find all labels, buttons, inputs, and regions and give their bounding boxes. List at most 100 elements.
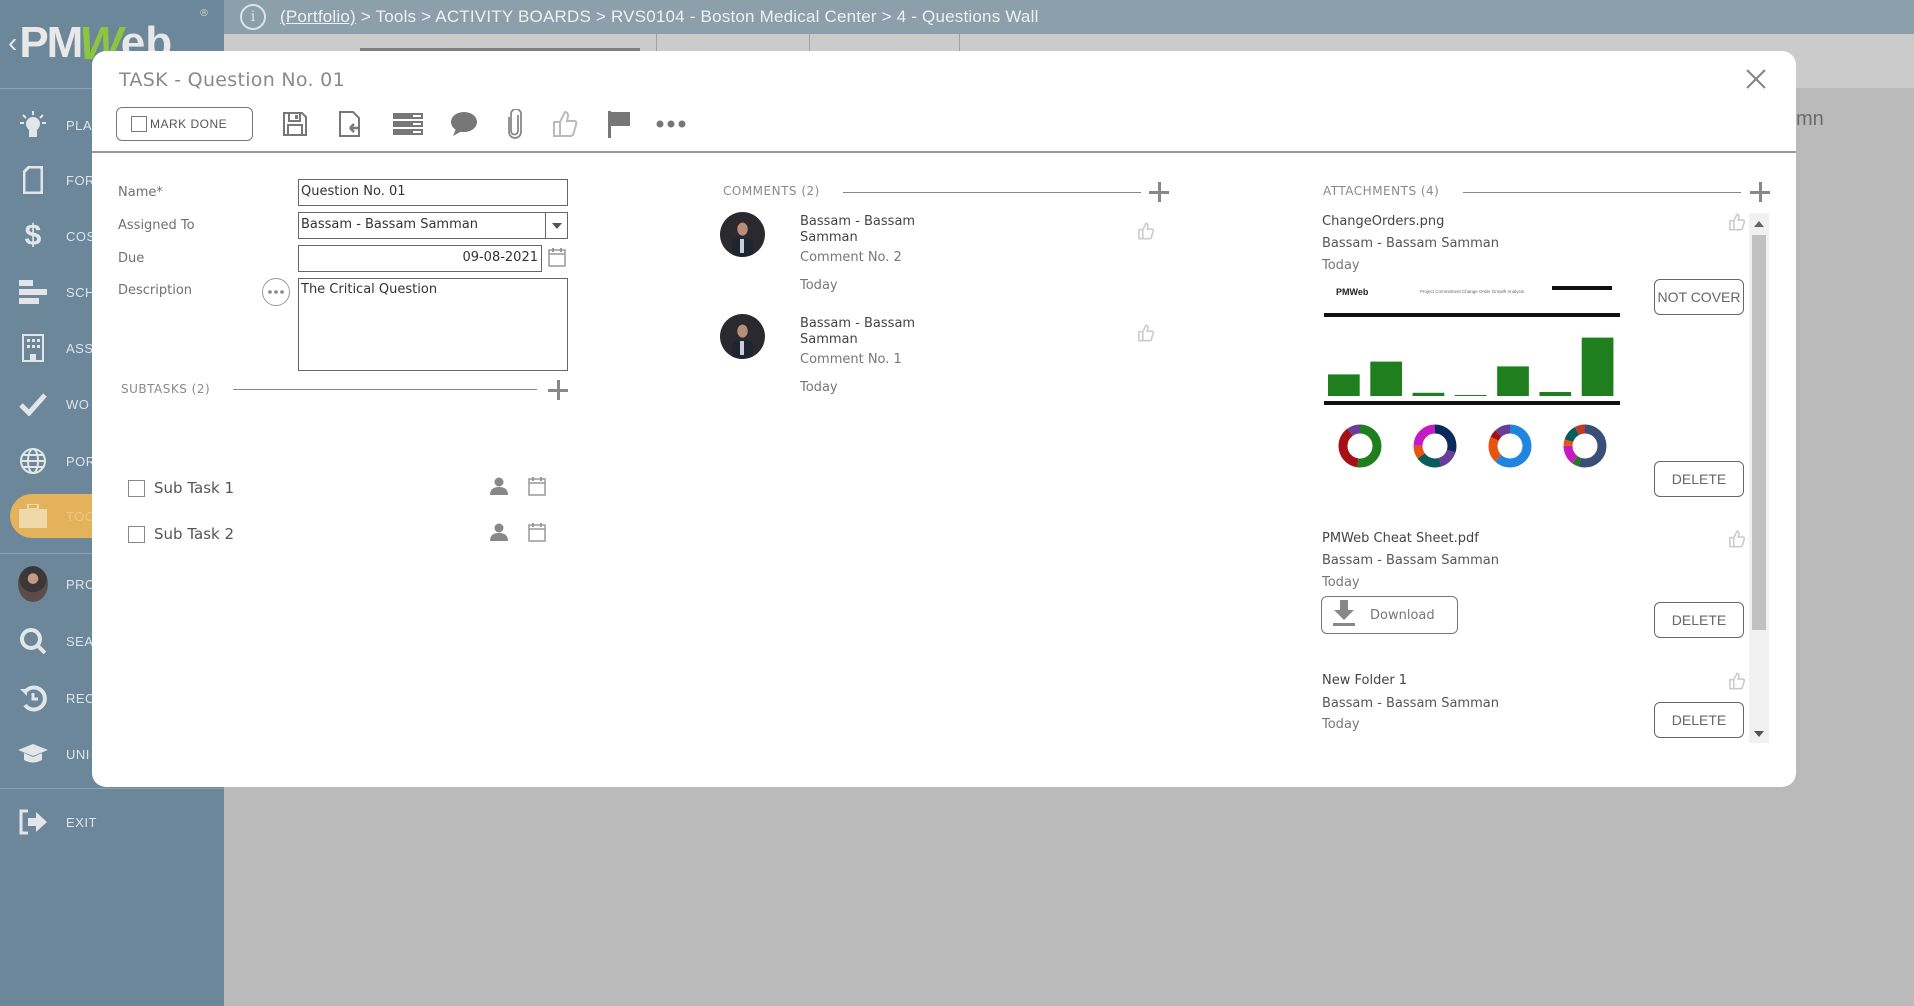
thumbnail-legend-bar	[1552, 286, 1612, 290]
attachment-thumbnail[interactable]: PMWeb Project Commitment Change Order Gr…	[1322, 281, 1622, 481]
delete-button[interactable]: DELETE	[1654, 461, 1744, 497]
subtask-label[interactable]: Sub Task 1	[154, 479, 234, 497]
graduation-cap-icon	[18, 739, 48, 769]
due-label: Due	[118, 251, 145, 266]
attachment-date: Today	[1322, 258, 1360, 273]
chevron-down-icon[interactable]	[545, 213, 567, 238]
scroll-up-arrow-icon[interactable]	[1754, 221, 1764, 227]
close-button[interactable]	[1744, 67, 1768, 91]
collapse-chevron-icon[interactable]: ‹	[8, 27, 17, 59]
add-subtask-button[interactable]	[548, 380, 568, 400]
thumbs-up-icon[interactable]	[1728, 530, 1746, 552]
description-more-button[interactable]	[262, 278, 290, 306]
building-icon	[18, 333, 48, 363]
assign-person-icon[interactable]	[490, 523, 508, 545]
section-divider	[1463, 192, 1741, 193]
sidebar-item-label: SEA	[66, 633, 94, 649]
comment-text: Comment No. 2	[800, 250, 902, 265]
schedule-bars-icon	[18, 277, 48, 307]
thumbnail-bar	[1370, 361, 1402, 396]
exit-icon	[18, 807, 48, 837]
subtasks-header: SUBTASKS (2)	[121, 382, 211, 396]
delete-button[interactable]: DELETE	[1654, 602, 1744, 638]
top-breadcrumb-bar: i (Portfolio) > Tools > ACTIVITY BOARDS …	[224, 0, 1914, 34]
globe-icon	[18, 446, 48, 476]
sidebar-item-exit[interactable]: EXIT	[0, 800, 224, 844]
avatar	[720, 314, 765, 359]
assigned-to-label: Assigned To	[118, 218, 195, 233]
attachment-uploader: Bassam - Bassam Samman	[1322, 553, 1499, 568]
delete-button[interactable]: DELETE	[1654, 702, 1744, 738]
more-icon	[268, 290, 284, 294]
thumbs-up-icon[interactable]	[1137, 222, 1155, 244]
not-cover-button[interactable]: NOT COVER	[1654, 279, 1744, 315]
dollar-icon: $	[24, 219, 42, 252]
thumbnail-bar	[1454, 395, 1487, 396]
due-date-input[interactable]: 09-08-2021	[298, 245, 542, 272]
logo-pm: PM	[19, 18, 83, 67]
comment-icon[interactable]	[449, 109, 479, 139]
checkmark-icon	[18, 389, 48, 419]
breadcrumb-portfolio-link[interactable]: (Portfolio)	[280, 7, 356, 26]
section-divider	[233, 389, 537, 390]
sidebar-divider	[0, 788, 224, 789]
comment-author: Bassam - Bassam Samman	[800, 316, 916, 347]
name-label: Name*	[118, 185, 163, 200]
modal-title: TASK - Question No. 01	[119, 69, 345, 91]
thumbs-up-icon[interactable]	[550, 109, 580, 139]
thumbs-up-icon[interactable]	[1137, 324, 1155, 346]
flag-icon[interactable]	[604, 109, 634, 139]
download-label: Download	[1370, 607, 1435, 623]
comment-text: Comment No. 1	[800, 352, 902, 367]
mark-done-button[interactable]: MARK DONE	[116, 107, 253, 141]
subtask-checkbox[interactable]	[128, 479, 145, 497]
profile-avatar	[18, 566, 48, 602]
mark-done-checkbox[interactable]	[131, 116, 147, 132]
scroll-down-arrow-icon[interactable]	[1754, 731, 1764, 737]
assign-person-icon[interactable]	[490, 477, 508, 499]
more-icon[interactable]	[656, 109, 686, 139]
assigned-to-value: Bassam - Bassam Samman	[301, 217, 478, 232]
search-icon	[18, 626, 48, 656]
thumbs-up-icon[interactable]	[1728, 672, 1746, 694]
header-divider	[92, 151, 1796, 153]
attachment-name[interactable]: New Folder 1	[1322, 673, 1407, 688]
sidebar-item-label: REC	[66, 690, 95, 706]
attachment-name[interactable]: ChangeOrders.png	[1322, 214, 1444, 229]
save-icon[interactable]	[280, 109, 310, 139]
calendar-icon[interactable]	[528, 476, 546, 500]
info-icon[interactable]: i	[240, 4, 266, 30]
import-document-icon[interactable]	[335, 109, 365, 139]
description-label: Description	[118, 283, 193, 298]
description-textarea[interactable]: The Critical Question	[298, 278, 568, 371]
subtask-checkbox[interactable]	[128, 525, 145, 543]
comment-item: Bassam - Bassam Samman Comment No. 2 Tod…	[720, 212, 1220, 302]
breadcrumb: (Portfolio) > Tools > ACTIVITY BOARDS > …	[280, 7, 1039, 27]
scrollbar-thumb[interactable]	[1752, 235, 1766, 630]
name-input[interactable]: Question No. 01	[298, 179, 568, 206]
sidebar-item-label: WO	[66, 396, 90, 412]
thumbs-up-icon[interactable]	[1728, 213, 1746, 235]
subtask-label[interactable]: Sub Task 2	[154, 525, 234, 543]
thumbnail-header-bar	[1324, 313, 1620, 317]
thumbnail-logo: PMWeb	[1336, 287, 1369, 297]
assigned-to-select[interactable]: Bassam - Bassam Samman	[298, 212, 568, 239]
add-comment-button[interactable]	[1149, 182, 1169, 202]
sidebar-item-label: ASS	[66, 340, 94, 356]
add-attachment-button[interactable]	[1750, 182, 1770, 202]
calendar-icon[interactable]	[528, 522, 546, 546]
mark-done-label: MARK DONE	[150, 117, 228, 131]
attachments-scrollbar[interactable]	[1749, 213, 1769, 743]
comment-date: Today	[800, 278, 838, 293]
task-modal: TASK - Question No. 01 MARK DONE Name* Q…	[92, 51, 1796, 787]
thumbnail-title: Project Commitment Change Order Growth A…	[1420, 289, 1525, 294]
modal-toolbar: MARK DONE	[116, 107, 686, 141]
comments-header: COMMENTS (2)	[723, 184, 820, 198]
attachment-name[interactable]: PMWeb Cheat Sheet.pdf	[1322, 531, 1479, 546]
paperclip-icon[interactable]	[500, 109, 530, 139]
sidebar-item-label: UNI	[66, 746, 90, 762]
list-rows-icon[interactable]	[393, 109, 423, 139]
sidebar-item-label: SCH	[66, 284, 95, 300]
download-button[interactable]: Download	[1321, 596, 1458, 634]
calendar-icon[interactable]	[548, 247, 566, 271]
